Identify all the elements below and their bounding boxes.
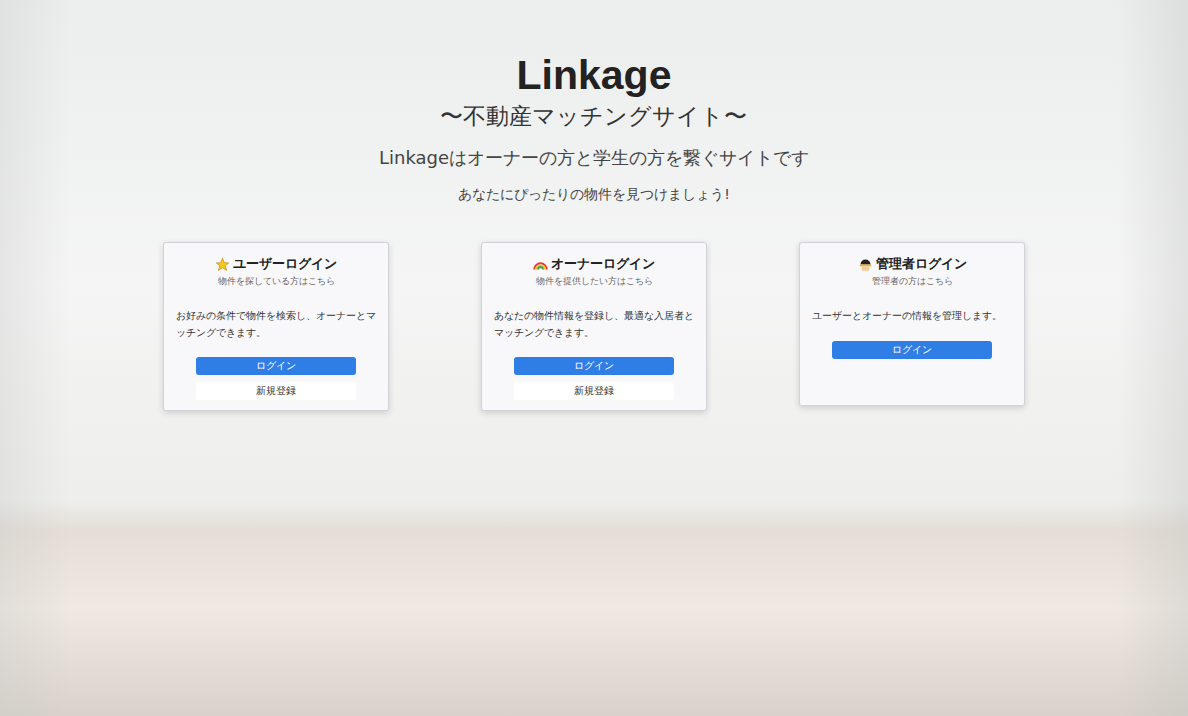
register-button[interactable]: 新規登録 <box>514 382 674 400</box>
guard-icon <box>858 257 873 272</box>
header: Linkage〜不動産マッチングサイト〜 Linkageはオーナーの方と学生の方を… <box>379 52 809 204</box>
card-description: お好みの条件で物件を検索し、オーナーとマッチングできます。 <box>176 308 376 341</box>
prompt: あなたにぴったりの物件を見つけましょう! <box>458 186 730 204</box>
site-title: Linkage <box>517 52 672 99</box>
login-cards: ユーザーログイン物件を探している方はこちらお好みの条件で物件を検索し、オーナーと… <box>163 242 1025 411</box>
card-description: あなたの物件情報を登録し、最適な入居者とマッチングできます。 <box>494 308 694 341</box>
card-description: ユーザーとオーナーの情報を管理します。 <box>812 308 1012 325</box>
rainbow-icon <box>533 257 548 272</box>
login-button[interactable]: ログイン <box>196 357 356 375</box>
description: Linkageはオーナーの方と学生の方を繋ぐサイトです <box>379 146 809 170</box>
tagline: 〜不動産マッチングサイト〜 <box>440 101 747 132</box>
login-card: 管理者ログイン管理者の方はこちらユーザーとオーナーの情報を管理します。ログイン <box>799 242 1025 406</box>
card-title: 管理者ログイン <box>858 255 967 273</box>
card-subtitle: 物件を探している方はこちら <box>218 276 335 288</box>
card-title: オーナーログイン <box>533 255 655 273</box>
register-button[interactable]: 新規登録 <box>196 382 356 400</box>
login-button[interactable]: ログイン <box>832 341 992 359</box>
login-card: ユーザーログイン物件を探している方はこちらお好みの条件で物件を検索し、オーナーと… <box>163 242 389 411</box>
login-button[interactable]: ログイン <box>514 357 674 375</box>
landing-page: Linkage〜不動産マッチングサイト〜 Linkageはオーナーの方と学生の方を… <box>0 0 1188 716</box>
star-icon <box>215 257 230 272</box>
card-subtitle: 管理者の方はこちら <box>872 276 953 288</box>
card-title: ユーザーログイン <box>215 255 337 273</box>
card-subtitle: 物件を提供したい方はこちら <box>536 276 653 288</box>
login-card: オーナーログイン物件を提供したい方はこちらあなたの物件情報を登録し、最適な入居者… <box>481 242 707 411</box>
